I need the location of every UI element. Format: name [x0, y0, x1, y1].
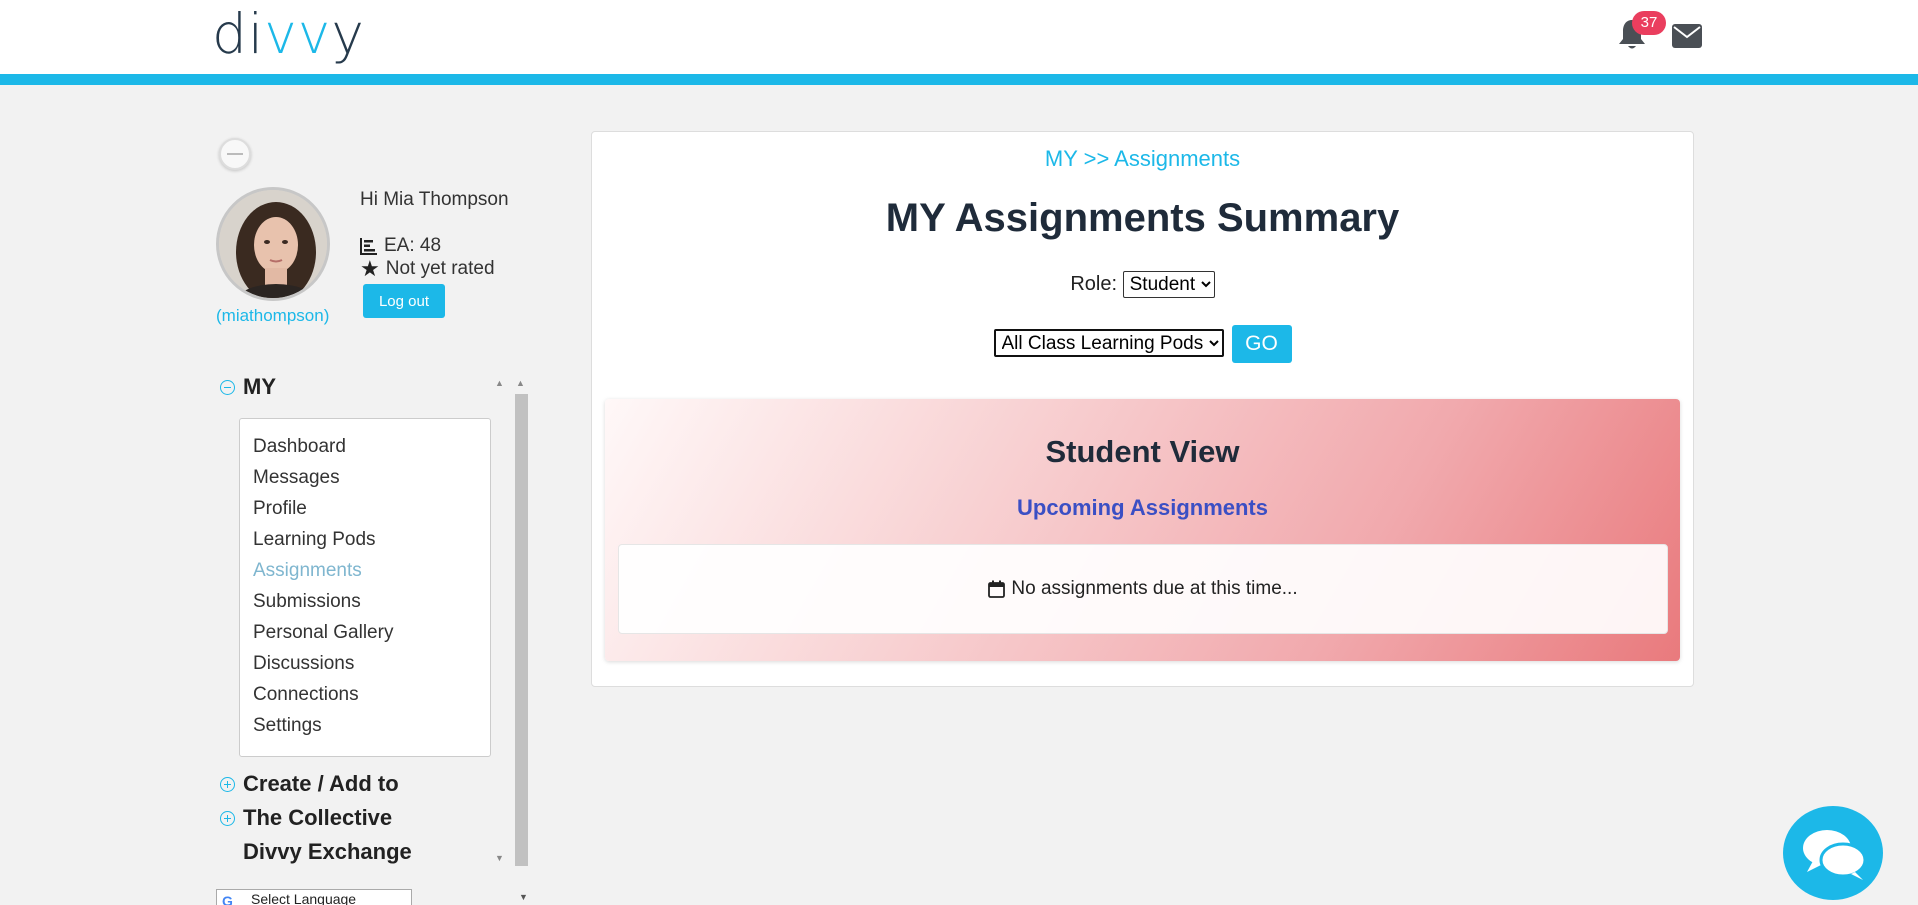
inner-scroll-down-arrow[interactable]: ▼ — [495, 853, 504, 863]
student-view-title: Student View — [1045, 434, 1240, 469]
rating: ★ Not yet rated — [360, 258, 495, 280]
chat-button[interactable] — [1783, 806, 1883, 900]
my-submenu: Dashboard Messages Profile Learning Pods… — [239, 418, 491, 757]
page-title: MY Assignments Summary — [885, 196, 1400, 240]
empty-message: No assignments due at this time... — [1011, 578, 1298, 599]
divvy-logo[interactable]: divvy — [212, 4, 365, 64]
ea-text: EA: 48 — [384, 235, 442, 256]
menu-scrollbar-thumb[interactable] — [515, 394, 528, 866]
go-button[interactable]: GO — [1231, 325, 1292, 363]
menu-section-my[interactable]: MY — [220, 374, 276, 400]
avatar[interactable] — [216, 187, 330, 301]
top-header: divvy 37 — [0, 0, 1918, 74]
rating-text: Not yet rated — [385, 258, 495, 279]
bar-chart-icon — [360, 238, 377, 255]
notification-badge: 37 — [1632, 11, 1666, 35]
sidebar-item-discussions[interactable]: Discussions — [240, 648, 490, 679]
scroll-down-arrow[interactable]: ▼ — [519, 892, 528, 902]
logout-button[interactable]: Log out — [363, 284, 445, 318]
sidebar-item-profile[interactable]: Profile — [240, 493, 490, 524]
sidebar-item-assignments[interactable]: Assignments — [240, 555, 490, 586]
menu-section-divvy-exchange[interactable]: Divvy Exchange — [220, 839, 412, 865]
sidebar-item-connections[interactable]: Connections — [240, 679, 490, 710]
minus-circle-icon — [220, 379, 235, 395]
calendar-icon — [988, 580, 1006, 598]
sidebar-item-settings[interactable]: Settings — [240, 710, 490, 741]
menu-section-create[interactable]: Create / Add to — [220, 771, 399, 797]
sidebar-item-submissions[interactable]: Submissions — [240, 586, 490, 617]
star-icon: ★ — [360, 256, 380, 281]
sidebar-item-dashboard[interactable]: Dashboard — [240, 431, 490, 462]
plus-circle-icon — [220, 776, 235, 792]
breadcrumb[interactable]: MY >> Assignments — [592, 146, 1693, 172]
menu-section-collective[interactable]: The Collective — [220, 805, 392, 831]
chat-icon — [1803, 830, 1867, 880]
sidebar-item-personal-gallery[interactable]: Personal Gallery — [240, 617, 490, 648]
learning-pods-select[interactable]: All Class Learning Pods — [993, 329, 1224, 357]
scroll-up-arrow[interactable]: ▲ — [516, 378, 525, 388]
sidebar-item-learning-pods[interactable]: Learning Pods — [240, 524, 490, 555]
inner-scroll-up-arrow[interactable]: ▲ — [495, 378, 504, 388]
plus-circle-icon — [220, 810, 235, 826]
greeting-text: Hi Mia Thompson — [360, 189, 509, 210]
ea-score: EA: 48 — [360, 235, 441, 257]
role-label: Role: — [1070, 273, 1118, 295]
username-link[interactable]: (miathompson) — [216, 306, 329, 326]
role-select[interactable]: Student — [1122, 271, 1215, 298]
empty-assignments-box: No assignments due at this time... — [618, 544, 1668, 634]
upcoming-assignments-heading: Upcoming Assignments — [1017, 495, 1268, 520]
language-select[interactable]: G Select Language — [216, 889, 412, 905]
header-stripe — [0, 74, 1918, 85]
assignments-card: MY >> Assignments MY Assignments Summary… — [591, 131, 1694, 687]
google-icon: G — [222, 893, 233, 905]
collapse-sidebar-button[interactable] — [219, 138, 251, 170]
student-view-panel: Student View Upcoming Assignments No ass… — [605, 399, 1680, 661]
role-row: Role: Student — [592, 271, 1693, 298]
pods-row: All Class Learning Pods GO — [592, 325, 1693, 363]
mail-icon[interactable] — [1672, 24, 1702, 48]
sidebar-item-messages[interactable]: Messages — [240, 462, 490, 493]
